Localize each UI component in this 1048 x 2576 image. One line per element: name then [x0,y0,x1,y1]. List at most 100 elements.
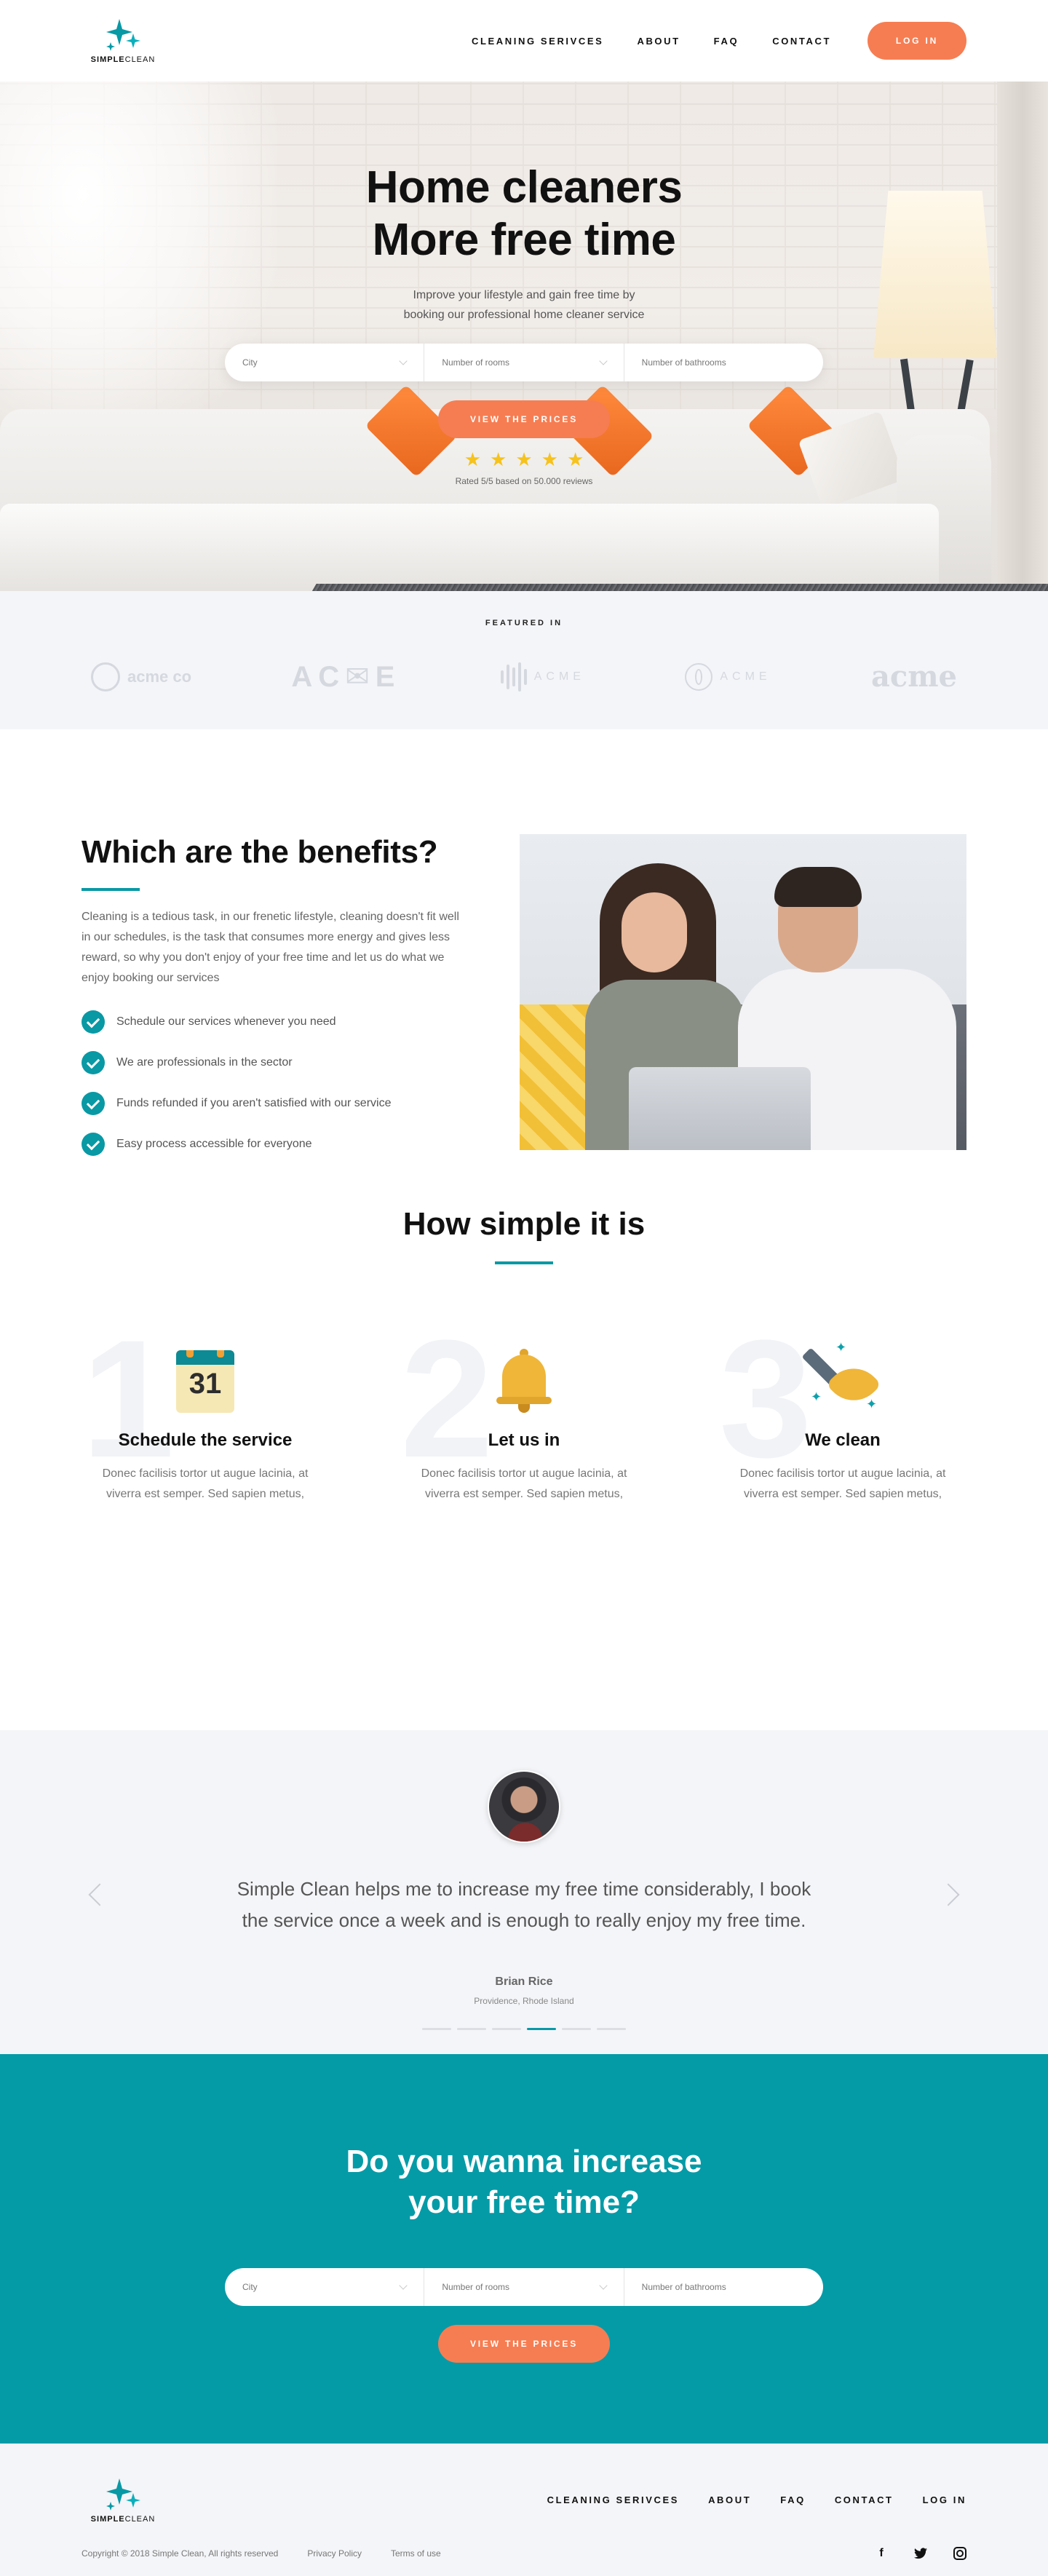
step-text: Donec facilisis tortor ut augue lacinia,… [739,1467,946,1500]
city-select[interactable]: City [225,344,425,381]
footer-nav-faq[interactable]: FAQ [780,2494,806,2505]
testimonial-section: Simple Clean helps me to increase my fre… [0,1730,1048,2054]
logo-text: SIMPLECLEAN [90,2515,156,2524]
rooms-select[interactable]: Number of rooms [424,344,624,381]
slider-dot[interactable] [457,2028,486,2030]
check-icon [82,1051,105,1074]
rooms-select[interactable]: Number of rooms [424,2268,624,2306]
nav-faq[interactable]: FAQ [714,36,739,47]
featured-in-section: FEATURED IN acme co AC✉E ACME ACME acme [0,591,1048,729]
rating-text: Rated 5/5 based on 50.000 reviews [455,476,593,486]
step-icon-wrap: 31 [82,1344,329,1413]
testimonial-location: Providence, Rhode Island [474,1996,574,2006]
photo-laptop [629,1067,811,1150]
ring-icon [91,662,120,691]
footer-nav-login[interactable]: LOG IN [923,2494,966,2505]
chevron-left-icon[interactable] [88,1883,111,1906]
testimonial-author: Brian Rice [495,1975,553,1988]
steps: 1 31 Schedule the service Donec facilisi… [82,1315,966,1519]
footer-bottom: Copyright © 2018 Simple Clean, All right… [82,2547,966,2560]
login-button[interactable]: LOG IN [868,22,966,60]
terms-link[interactable]: Terms of use [391,2548,441,2559]
check-icon [82,1092,105,1115]
twitter-icon[interactable] [914,2547,927,2560]
hero-section: Home cleaners More free time Improve your… [0,82,1048,591]
logo-text: SIMPLECLEAN [90,55,156,64]
site-footer: SIMPLECLEAN CLEANING SERIVCES ABOUT FAQ … [0,2444,1048,2576]
privacy-link[interactable]: Privacy Policy [307,2548,362,2559]
rug [266,584,1048,591]
step-text: Donec facilisis tortor ut augue lacinia,… [102,1467,309,1500]
hero-content: Home cleaners More free time Improve your… [0,162,1048,486]
acme-co-logo: acme co [91,662,191,691]
slider-dot[interactable] [562,2028,591,2030]
hero-search-bar: City Number of rooms Number of bathrooms [225,344,823,381]
slider-dot[interactable] [492,2028,521,2030]
city-select[interactable]: City [225,2268,425,2306]
chevron-down-icon [399,2281,408,2290]
benefits-list: Schedule our services whenever you need … [82,1002,460,1165]
nav-contact[interactable]: CONTACT [772,36,831,47]
acme-logo-2: AC✉E [291,660,401,693]
main-nav: CLEANING SERIVCES ABOUT FAQ CONTACT LOG … [472,22,966,60]
bell-icon [495,1347,553,1413]
hero-title: Home cleaners More free time [365,162,683,265]
footer-logo[interactable]: SIMPLECLEAN [86,2477,160,2524]
featured-logos: acme co AC✉E ACME ACME acme [91,659,957,694]
view-prices-button[interactable]: VIEW THE PRICES [438,400,610,438]
site-header: SIMPLECLEAN CLEANING SERIVCES ABOUT FAQ … [0,0,1048,82]
calendar-icon: 31 [176,1350,234,1413]
acme-logo-3: ACME [500,662,585,691]
list-item: We are professionals in the sector [82,1042,460,1083]
photo-man-hair [774,867,862,907]
how-title: How simple it is [402,1206,646,1242]
step-3: 3 ✦ ✦ ✦ We clean Donec facilisis tortor … [719,1315,966,1519]
nav-about[interactable]: ABOUT [637,36,680,47]
hero-subtitle: Improve your lifestyle and gain free tim… [403,289,645,321]
social-links: f [875,2547,966,2560]
title-underline [495,1261,553,1264]
rating-stars: ★ ★ ★ ★ ★ [0,450,1048,469]
facebook-icon[interactable]: f [875,2547,888,2560]
couple-photo [520,834,966,1150]
broom-icon: ✦ ✦ ✦ [801,1340,882,1413]
step-title: Let us in [488,1430,560,1450]
check-icon [82,1133,105,1156]
star-icon: ★ [464,448,482,470]
slider-dot-active[interactable] [527,2028,556,2030]
chevron-down-icon [598,2281,608,2290]
globe-icon [685,662,713,691]
step-title: Schedule the service [118,1430,293,1450]
sparkle-logo-icon [106,2478,140,2510]
slider-dot[interactable] [597,2028,626,2030]
bathrooms-select[interactable]: Number of bathrooms [624,2268,823,2306]
list-item: Funds refunded if you aren't satisfied w… [82,1083,460,1124]
footer-nav-about[interactable]: ABOUT [708,2494,751,2505]
star-icon: ★ [541,448,558,470]
chevron-down-icon [598,357,608,365]
cta-title: Do you wanna increase your free time? [346,2144,702,2220]
featured-heading: FEATURED IN [485,619,563,627]
view-prices-button[interactable]: VIEW THE PRICES [438,2325,610,2363]
testimonial-quote: Simple Clean helps me to increase my fre… [237,1878,811,1931]
slider-dots [0,2028,1048,2030]
benefits-title: Which are the benefits? [82,834,438,870]
footer-nav-cleaning-services[interactable]: CLEANING SERIVCES [547,2494,679,2505]
instagram-icon[interactable] [953,2547,966,2560]
cta-search-bar: City Number of rooms Number of bathrooms [225,2268,823,2306]
step-1: 1 31 Schedule the service Donec facilisi… [82,1315,329,1519]
how-it-works-section: How simple it is 1 31 Schedule the servi… [0,1206,1048,1730]
star-icon: ★ [566,448,584,470]
bathrooms-select[interactable]: Number of bathrooms [624,344,823,381]
slider-dot[interactable] [422,2028,451,2030]
chevron-down-icon [399,357,408,365]
footer-nav-contact[interactable]: CONTACT [835,2494,894,2505]
avatar [488,1770,560,1843]
cta-section: Do you wanna increase your free time? Cit… [0,2054,1048,2444]
copyright: Copyright © 2018 Simple Clean, All right… [82,2548,279,2559]
step-2: 2 Let us in Donec facilisis tortor ut au… [400,1315,648,1519]
sound-bars-icon [500,662,527,691]
logo[interactable]: SIMPLECLEAN [86,17,160,64]
chevron-right-icon[interactable] [937,1883,960,1906]
nav-cleaning-services[interactable]: CLEANING SERIVCES [472,36,603,47]
